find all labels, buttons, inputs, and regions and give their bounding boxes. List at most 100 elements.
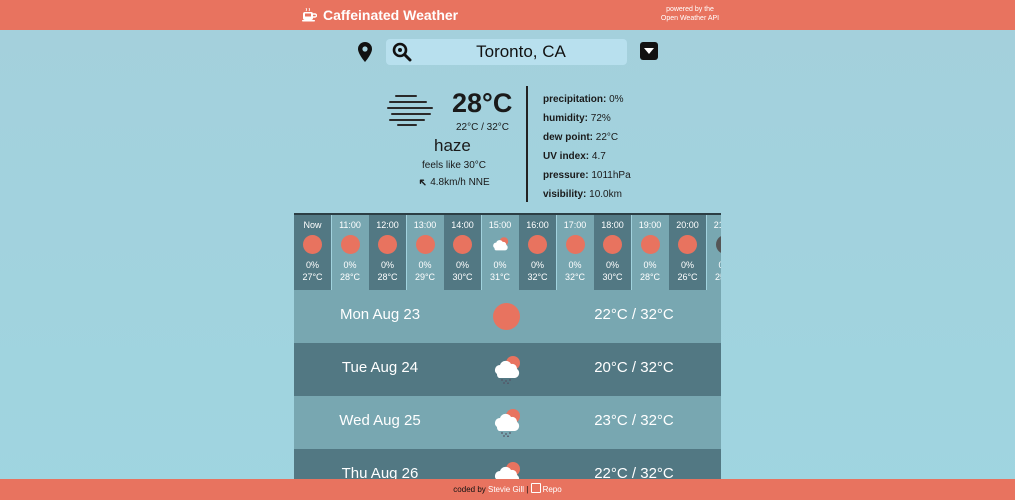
search-input[interactable] xyxy=(416,39,626,65)
temperature-range: 22°C / 32°C xyxy=(456,122,510,133)
detail-row: visibility: 10.0km xyxy=(543,185,631,204)
detail-label: UV index: xyxy=(543,151,590,162)
hourly-item: 13:00 0% 29°C xyxy=(406,215,444,290)
detail-value: 4.7 xyxy=(591,151,606,162)
sun-icon xyxy=(565,235,585,254)
wind-speed: 4.8km/h NNE xyxy=(430,177,490,188)
hour-precipitation: 0% xyxy=(380,260,394,270)
hour-time: 19:00 xyxy=(638,220,662,230)
divider xyxy=(526,86,528,202)
hour-time: 14:00 xyxy=(451,220,474,230)
rain-cloud-icon xyxy=(495,409,520,437)
sun-icon xyxy=(678,235,697,254)
day-date: Mon Aug 23 xyxy=(339,306,421,323)
day-temperatures: 20°C / 32°C xyxy=(594,359,674,376)
day-date: Tue Aug 24 xyxy=(341,359,419,376)
powered-by-line: powered by the xyxy=(666,6,714,13)
detail-value: 1011hPa xyxy=(591,170,631,181)
search-icon[interactable] xyxy=(392,42,412,62)
day-date: Wed Aug 25 xyxy=(339,412,421,429)
top-bar: Caffeinated Weather powered by the Open … xyxy=(0,0,1015,30)
hourly-item: 12:00 0% 28°C xyxy=(369,215,406,290)
sun-icon xyxy=(415,235,435,254)
partly-cloudy-icon xyxy=(492,237,508,251)
rain-cloud-icon xyxy=(495,356,520,384)
daily-row[interactable]: Thu Aug 26 22°C / 32°C xyxy=(294,449,721,480)
author-link[interactable]: Stevie Gill xyxy=(488,485,524,494)
current-weather: 28°C 22°C / 32°C haze feels like 30°C ➜ … xyxy=(380,84,530,204)
hour-time: 17:00 xyxy=(563,220,587,230)
api-name: Open Weather API xyxy=(660,15,720,22)
hour-precipitation: 0% xyxy=(680,260,694,270)
hour-precipitation: 0% xyxy=(305,260,319,270)
daily-forecast[interactable]: Mon Aug 23 22°C / 32°C Tue Aug 24 20°C / 32… xyxy=(294,290,721,480)
sun-icon xyxy=(603,235,622,254)
hour-precipitation: 0% xyxy=(455,260,469,270)
hour-temperature: 25°C xyxy=(714,272,721,282)
hour-time: 18:00 xyxy=(601,220,624,230)
hour-precipitation: 0% xyxy=(605,260,619,270)
hour-temperature: 28°C xyxy=(339,272,361,282)
hour-precipitation: 0% xyxy=(568,260,582,270)
detail-value: 22°C xyxy=(595,132,619,143)
day-temperatures: 22°C / 32°C xyxy=(594,306,674,323)
hourly-item: 17:00 0% 32°C xyxy=(556,215,594,290)
location-pin-icon[interactable] xyxy=(356,42,374,62)
hourly-item: 21:00 0% 25°C xyxy=(706,215,721,290)
weather-condition: haze xyxy=(434,136,471,155)
search-row xyxy=(0,38,1015,66)
detail-row: pressure: 1011hPa xyxy=(543,166,631,185)
footer: coded by Stevie Gill | Repo xyxy=(0,479,1015,500)
hour-precipitation: 0% xyxy=(707,260,721,270)
detail-label: visibility: xyxy=(543,189,587,200)
hour-precipitation: 0% xyxy=(493,260,507,270)
daily-row[interactable]: Tue Aug 24 20°C / 32°C xyxy=(294,343,721,396)
brand: Caffeinated Weather xyxy=(302,7,458,23)
github-icon[interactable] xyxy=(530,483,541,493)
hourly-item: 15:00 0% 31°C xyxy=(481,215,519,290)
detail-label: dew point: xyxy=(543,132,593,143)
hour-temperature: 30°C xyxy=(452,272,473,282)
day-temperatures: 23°C / 32°C xyxy=(594,412,674,429)
sun-icon xyxy=(378,235,397,254)
detail-row: humidity: 72% xyxy=(543,109,631,128)
app-title: Caffeinated Weather xyxy=(323,7,459,23)
detail-label: humidity: xyxy=(543,113,588,124)
hour-time: 13:00 xyxy=(413,220,437,230)
hour-time: 12:00 xyxy=(376,220,399,230)
powered-by: powered by the Open Weather API xyxy=(640,5,740,23)
sun-icon xyxy=(340,235,360,254)
hourly-item: Now 0% 27°C xyxy=(294,215,331,290)
day-date: Thu Aug 26 xyxy=(341,465,419,480)
hourly-item: 14:00 0% 30°C xyxy=(444,215,481,290)
hour-temperature: 29°C xyxy=(414,272,436,282)
sun-icon xyxy=(303,235,322,254)
hourly-item: 11:00 0% 28°C xyxy=(331,215,369,290)
hour-precipitation: 0% xyxy=(643,260,657,270)
hourly-item: 19:00 0% 28°C xyxy=(631,215,669,290)
sun-icon xyxy=(493,303,520,330)
hour-temperature: 31°C xyxy=(489,272,511,282)
hourly-item: 18:00 0% 30°C xyxy=(594,215,631,290)
detail-row: dew point: 22°C xyxy=(543,128,631,147)
sun-icon xyxy=(640,235,660,254)
current-temperature: 28°C xyxy=(452,88,513,118)
feels-like: feels like 30°C xyxy=(422,160,487,171)
detail-value: 72% xyxy=(590,113,611,124)
hourly-item: 20:00 0% 26°C xyxy=(669,215,706,290)
hour-time: 21:00 xyxy=(713,220,721,230)
daily-row[interactable]: Wed Aug 25 23°C / 32°C xyxy=(294,396,721,449)
partly-cloudy-icon xyxy=(495,462,520,480)
hour-temperature: 26°C xyxy=(677,272,698,282)
daily-row[interactable]: Mon Aug 23 22°C / 32°C xyxy=(294,290,721,343)
repo-link[interactable]: Repo xyxy=(543,485,562,494)
moon-icon xyxy=(715,235,721,254)
detail-row: precipitation: 0% xyxy=(543,90,631,109)
wind-info: ➜ 4.8km/h NNE xyxy=(415,175,490,190)
hour-temperature: 28°C xyxy=(639,272,661,282)
hour-temperature: 32°C xyxy=(527,272,548,282)
hourly-forecast[interactable]: Now 0% 27°C 11:00 0% 28°C 12:00 0% 28°C 13:00 0% 29… xyxy=(294,213,721,292)
search-box[interactable] xyxy=(386,39,627,65)
dropdown-toggle-icon[interactable] xyxy=(640,42,658,60)
hour-time: 11:00 xyxy=(339,220,361,230)
